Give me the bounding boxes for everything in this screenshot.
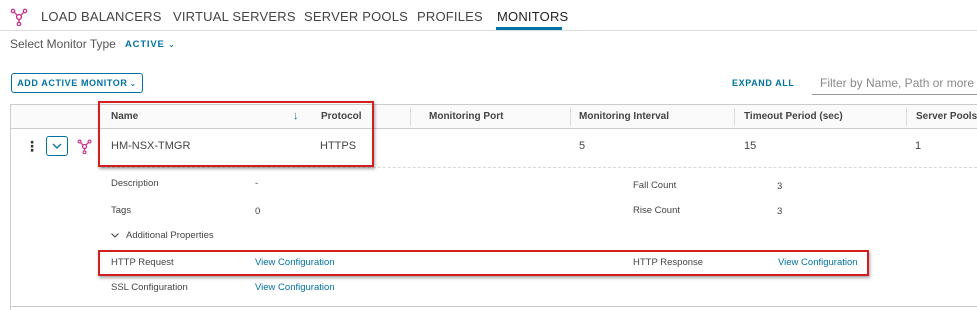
tab-server-pools[interactable]: SERVER POOLS [304,9,408,24]
description-label: Description [111,178,159,189]
chevron-down-icon [52,143,62,149]
add-active-monitor-button[interactable]: ADD ACTIVE MONITOR ⌄ [11,73,143,93]
tags-value[interactable]: 0 [255,206,260,217]
expand-all-button[interactable]: EXPAND ALL [732,78,795,88]
add-active-monitor-label: ADD ACTIVE MONITOR [17,78,128,88]
row-actions-menu-icon[interactable]: ⋮ [25,139,39,153]
load-balancer-icon [10,8,28,26]
monitor-icon [77,139,92,154]
rise-count-value: 3 [777,206,783,217]
fall-count-value: 3 [777,181,783,192]
highlight-http-request-response-box [98,250,869,276]
column-header-monitoring-interval[interactable]: Monitoring Interval [579,111,669,122]
column-header-server-pools[interactable]: Server Pools [916,111,977,122]
column-separator [410,108,411,126]
description-value: - [255,178,259,189]
monitor-type-dropdown[interactable]: ACTIVE ⌄ [125,39,176,50]
ssl-configuration-label: SSL Configuration [111,282,188,293]
tab-virtual-servers[interactable]: VIRTUAL SERVERS [173,9,296,24]
rise-count-label: Rise Count [633,205,680,216]
ssl-configuration-view-configuration-link[interactable]: View Configuration [255,282,335,293]
chevron-down-icon: ⌄ [168,40,176,49]
column-separator [734,108,735,126]
column-separator [906,108,907,126]
column-header-timeout-period[interactable]: Timeout Period (sec) [744,111,843,122]
highlight-name-protocol-box [98,101,374,167]
cell-timeout-period: 15 [744,140,757,152]
monitor-type-value: ACTIVE [125,39,165,50]
row-divider [102,167,977,168]
monitor-type-label: Select Monitor Type [10,37,116,51]
tags-label: Tags [111,205,132,216]
tab-load-balancers[interactable]: LOAD BALANCERS [41,9,162,24]
cell-monitoring-interval: 5 [579,140,586,152]
grid-bottom-border [10,306,977,307]
tab-monitors[interactable]: MONITORS [497,9,568,24]
column-separator [570,108,571,126]
filter-input[interactable] [812,71,977,95]
chevron-down-icon: ⌄ [129,78,137,88]
cell-server-pools: 1 [915,140,922,152]
fall-count-label: Fall Count [633,180,677,191]
column-header-monitoring-port[interactable]: Monitoring Port [429,111,503,122]
row-expand-button[interactable] [46,136,68,156]
tab-profiles[interactable]: PROFILES [417,9,483,24]
additional-properties-toggle[interactable]: Additional Properties [111,230,214,241]
additional-properties-label: Additional Properties [126,230,214,241]
nav-divider [0,30,977,31]
chevron-down-icon [111,233,119,238]
